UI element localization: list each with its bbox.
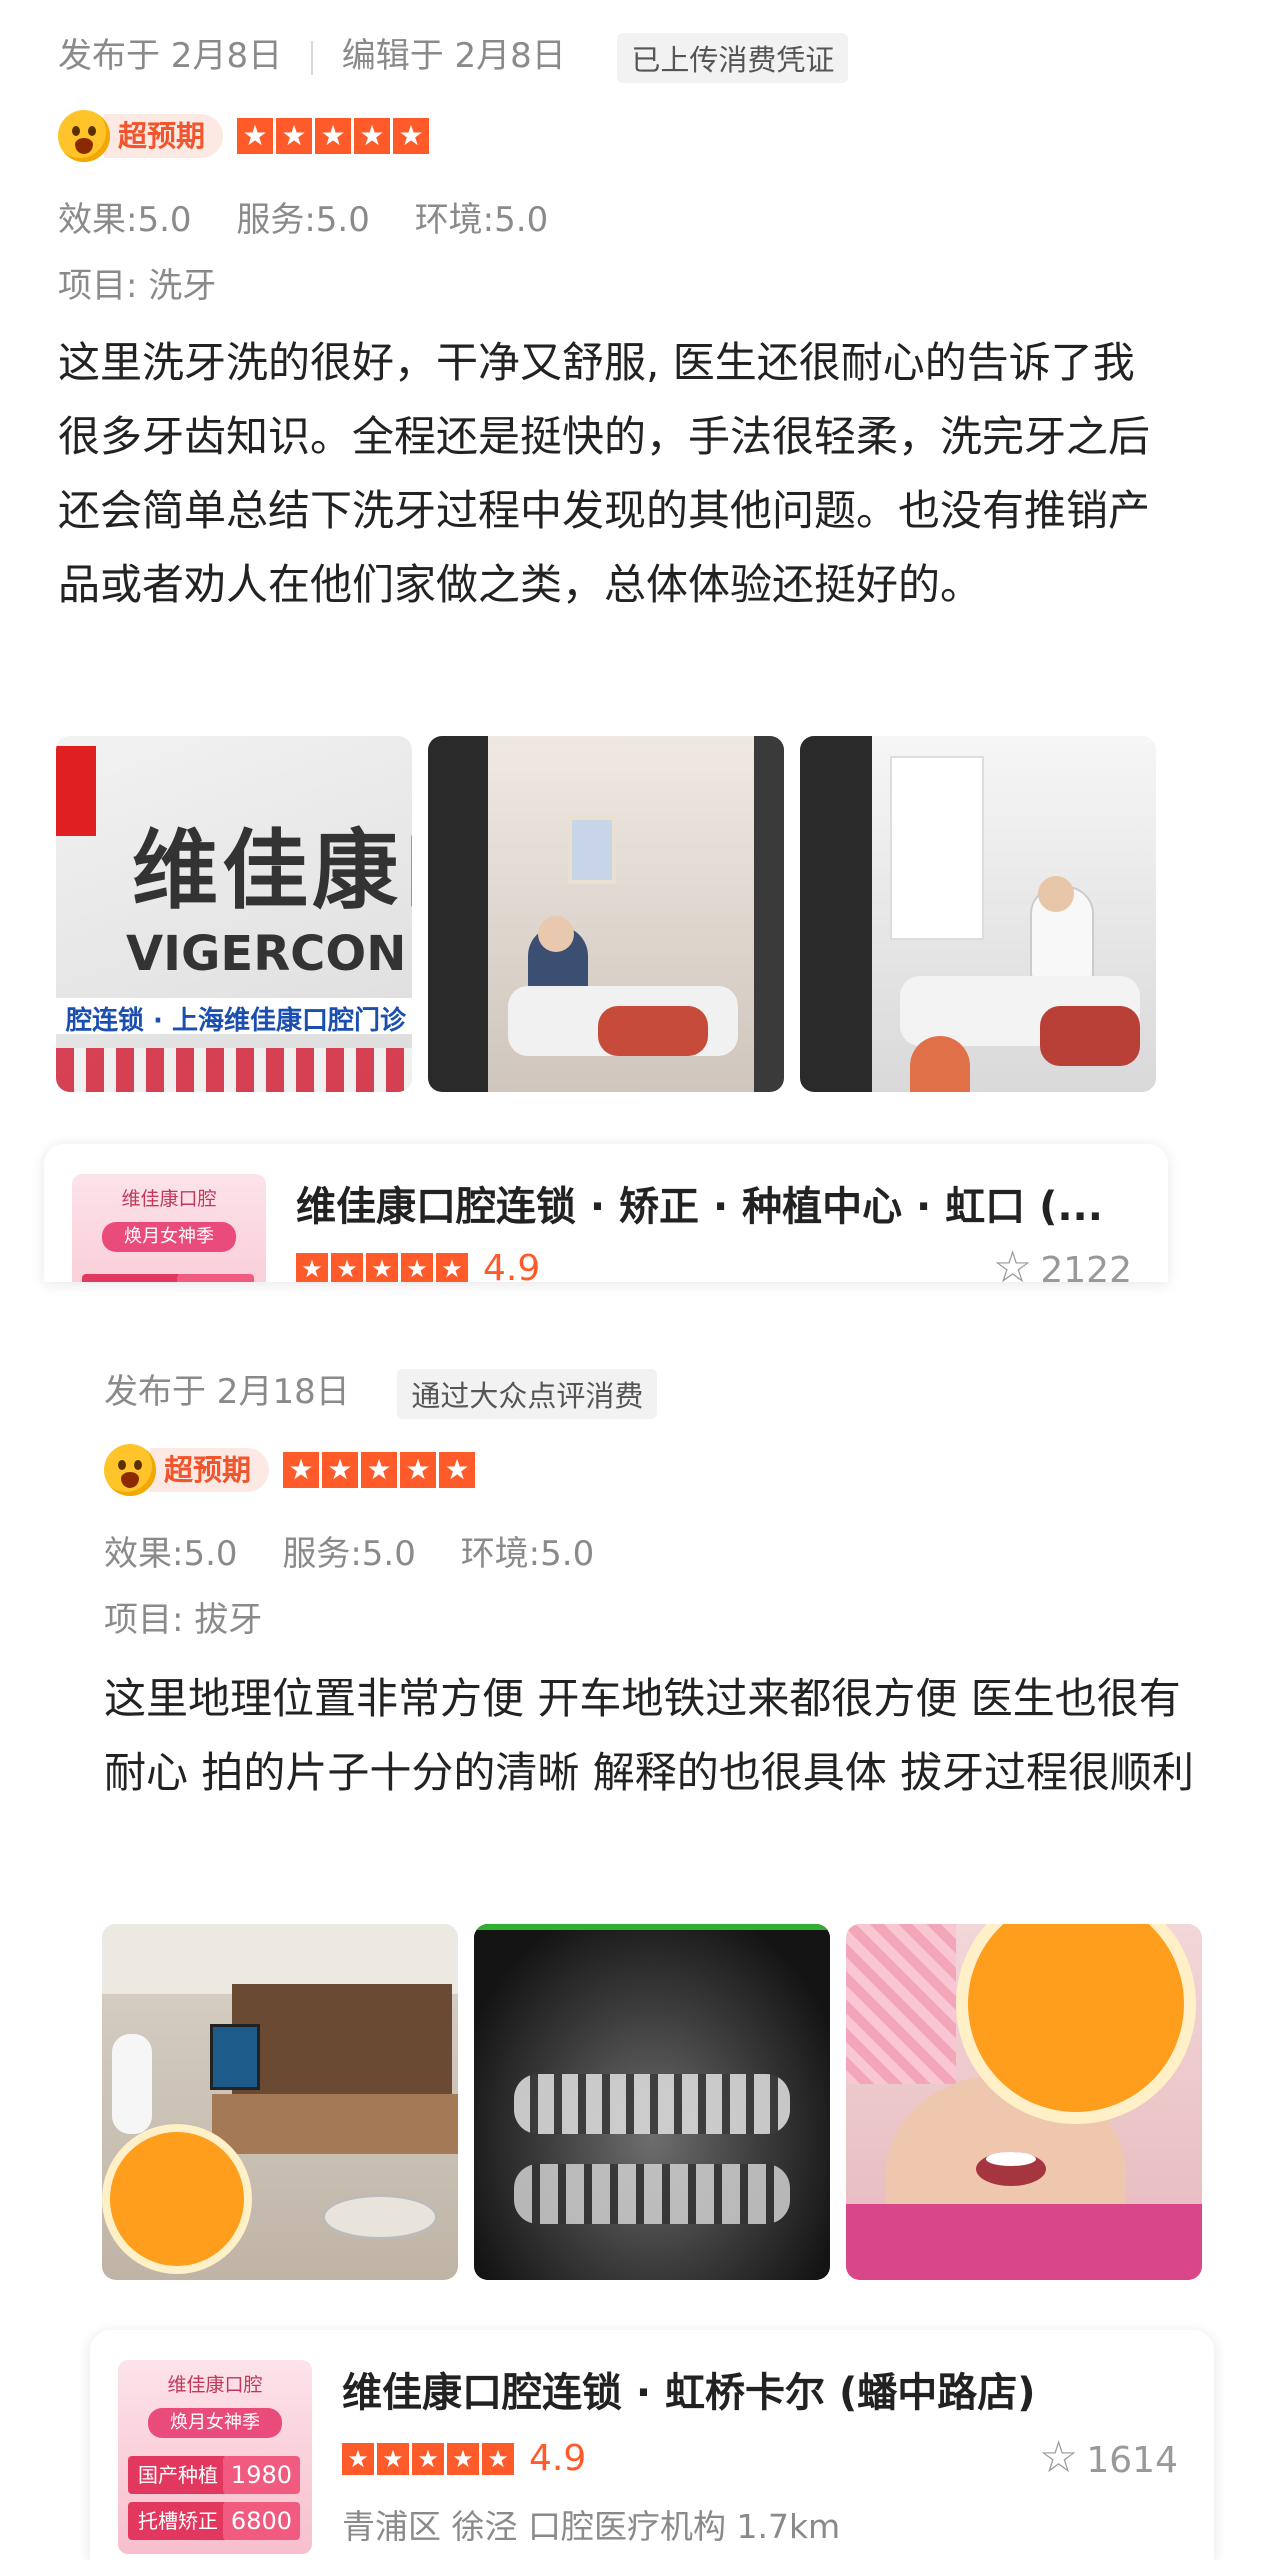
review-meta: 发布于 2月18日 通过大众点评消费 [104,1364,658,1419]
fav-count-text: 1614 [1086,2440,1178,2481]
badge-label: 超预期 [150,1448,270,1492]
rating-value: 4.9 [483,1248,541,1282]
rating-badge: 超预期 ★ ★ ★ ★ ★ [58,110,432,162]
thumb-price: 1980 [176,1274,254,1282]
favorite-count[interactable]: ☆ 2122 [993,1242,1132,1282]
edit-date: 编辑于 2月8日 [341,36,566,76]
star-icon: ★ [436,1252,468,1282]
review-text: 这里地理位置非常方便 开车地铁过来都很方便 医生也很有耐心 拍的片子十分的清晰 … [104,1674,1195,1797]
score-service: 服务:5.0 [236,200,370,240]
score-service: 服务:5.0 [282,1534,416,1574]
star-icon: ★ [393,118,430,154]
sign-subtitle: 腔连锁 · 上海维佳康口腔门诊 [66,1006,406,1036]
rating-value: 4.9 [529,2438,587,2479]
star-icon: ★ [296,1252,328,1282]
consumption-tag: 通过大众点评消费 [397,1368,658,1419]
star-icon: ★ [315,118,352,154]
score-row: 效果:5.0 服务:5.0 环境:5.0 [58,192,582,241]
star-icon: ★ [412,2442,444,2475]
sign-english: VIGERCON DE [126,926,412,982]
shop-thumbnail: 维佳康口腔 焕月女神季 国产种植 1980 [72,1174,266,1282]
review-text: 这里洗牙洗的很好，干净又舒服, 医生还很耐心的告诉了我很多牙齿知识。全程还是挺快… [58,338,1151,609]
fav-count-text: 2122 [1040,1250,1132,1282]
review-meta: 发布于 2月8日 编辑于 2月8日 已上传消费凭证 [58,28,849,83]
star-outline-icon: ☆ [992,1242,1033,1282]
surprised-face-icon [104,1444,156,1496]
star-icon: ★ [377,2442,409,2475]
star-rating: ★ ★ ★ ★ ★ [283,1452,478,1488]
review-photo[interactable] [102,1924,458,2280]
star-icon: ★ [283,1452,320,1488]
thumb-brand: 维佳康口腔 [167,2374,263,2396]
star-icon: ★ [439,1452,476,1488]
score-environment: 环境:5.0 [414,200,549,240]
thumb-banner: 焕月女神季 [148,2408,282,2438]
review-photo[interactable]: 维佳康口 VIGERCON DE 腔连锁 · 上海维佳康口腔门诊 [56,736,412,1092]
star-icon: ★ [361,1452,398,1488]
sign-chinese: 维佳康口 [132,821,412,921]
voucher-tag: 已上传消费凭证 [617,32,849,83]
publish-date: 发布于 2月8日 [58,36,283,76]
shop-rating: ★ ★ ★ ★ ★ 4.9 [296,1248,540,1282]
star-icon: ★ [342,2442,374,2475]
divider [310,40,313,75]
thumb-price: 6800 [222,2502,300,2540]
score-row: 效果:5.0 服务:5.0 环境:5.0 [104,1526,628,1575]
star-icon: ★ [276,118,313,154]
shop-rating: ★ ★ ★ ★ ★ 4.9 [342,2438,586,2479]
thumb-item: 托槽矫正 [128,2502,228,2540]
thumb-brand: 维佳康口腔 [121,1188,217,1210]
score-effect: 效果:5.0 [58,200,192,240]
star-icon: ★ [401,1252,433,1282]
review-photo[interactable] [846,1924,1202,2280]
surprised-face-icon [58,110,110,162]
thumb-price: 1980 [222,2456,300,2494]
shop-name: 维佳康口腔连锁 · 虹桥卡尔 (蟠中路店) [342,2370,1036,2416]
shop-thumbnail: 维佳康口腔 焕月女神季 国产种植 1980 托槽矫正 6800 [118,2360,312,2554]
rating-badge: 超预期 ★ ★ ★ ★ ★ [104,1444,478,1496]
thumb-item: 国产种植 [128,2456,228,2494]
review-photo[interactable] [800,736,1156,1092]
star-outline-icon: ☆ [1038,2432,1079,2483]
publish-date: 发布于 2月18日 [104,1372,350,1412]
star-icon: ★ [447,2442,479,2475]
star-icon: ★ [331,1252,363,1282]
star-icon: ★ [322,1452,359,1488]
star-rating: ★ ★ ★ ★ ★ [237,118,432,154]
review-photo[interactable] [474,1924,830,2280]
star-icon: ★ [482,2442,514,2475]
shop-name: 维佳康口腔连锁 · 矫正 · 种植中心 · 虹口 (... [296,1184,1103,1230]
review-photo[interactable] [428,736,784,1092]
favorite-count[interactable]: ☆ 1614 [1039,2432,1178,2483]
thumb-banner: 焕月女神季 [102,1222,236,1252]
star-icon: ★ [366,1252,398,1282]
star-icon: ★ [354,118,391,154]
shop-card[interactable]: 维佳康口腔 焕月女神季 国产种植 1980 维佳康口腔连锁 · 矫正 · 种植中… [44,1144,1168,1282]
score-environment: 环境:5.0 [460,1534,595,1574]
orange-sticker [102,2124,252,2274]
star-icon: ★ [237,118,274,154]
score-effect: 效果:5.0 [104,1534,238,1574]
project-label: 项目: 洗牙 [58,266,217,306]
star-icon: ★ [400,1452,437,1488]
project-label: 项目: 拔牙 [104,1600,263,1640]
shop-card[interactable]: 维佳康口腔 焕月女神季 国产种植 1980 托槽矫正 6800 维佳康口腔连锁 … [90,2330,1214,2560]
thumb-item: 国产种植 [82,1274,182,1282]
shop-address: 青浦区 徐泾 口腔医疗机构 1.7km [342,2507,841,2546]
badge-label: 超预期 [104,114,224,158]
